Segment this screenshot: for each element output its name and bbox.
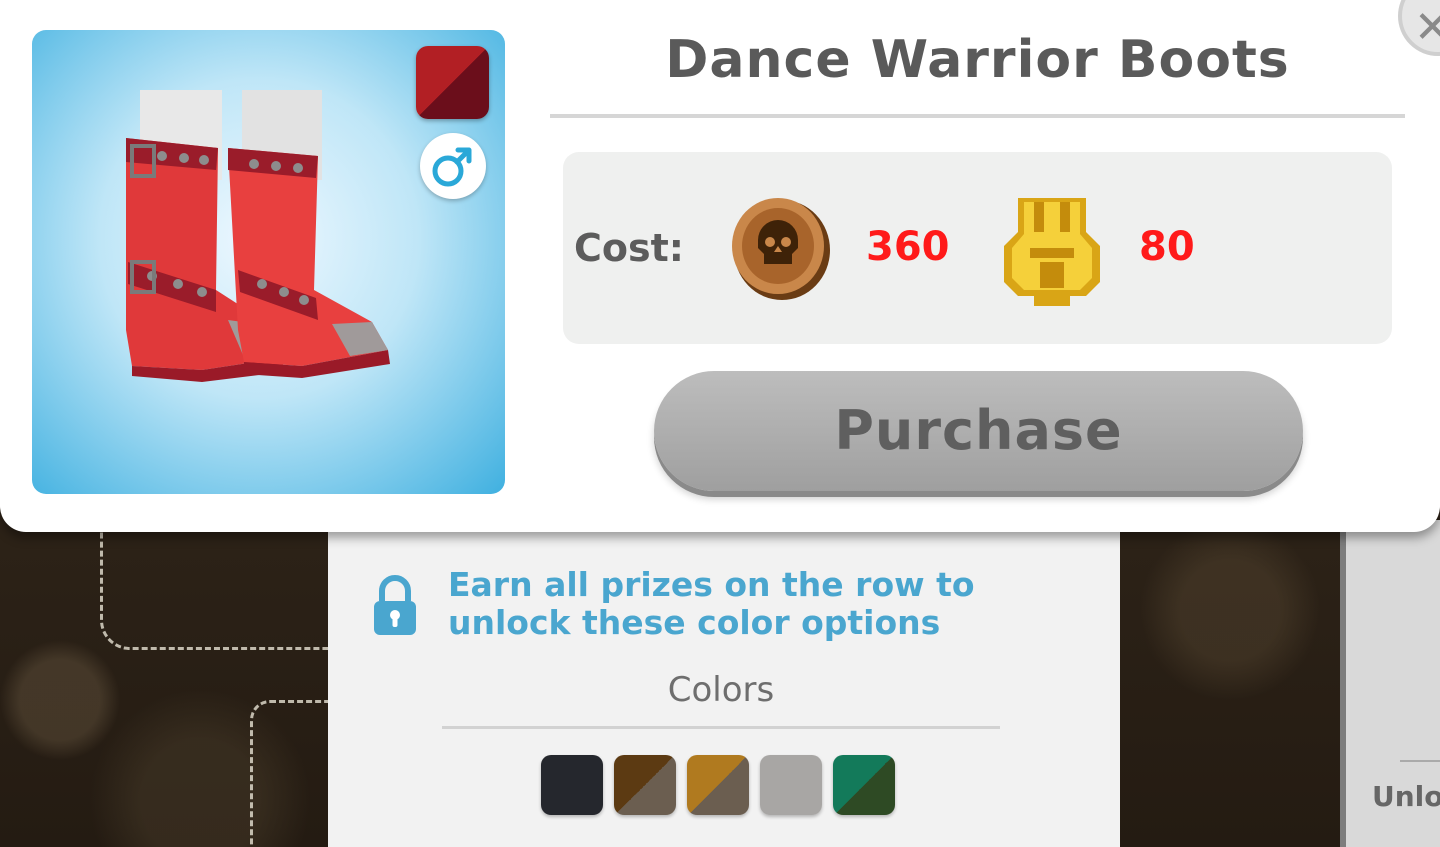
skull-coin-icon — [732, 198, 830, 300]
colors-title: Colors — [667, 670, 775, 710]
colors-divider — [442, 726, 1000, 729]
cost-label: Cost: — [574, 226, 684, 270]
color-swatch-brown[interactable] — [614, 755, 676, 815]
item-title: Dance Warrior Boots — [665, 30, 1290, 90]
purchase-button[interactable]: Purchase — [654, 371, 1303, 491]
color-swatch-tan[interactable] — [687, 755, 749, 815]
color-swatch-gray[interactable] — [760, 755, 822, 815]
color-swatch-green[interactable] — [833, 755, 895, 815]
selected-color-chip[interactable] — [416, 46, 489, 119]
unlock-message: Earn all prizes on the row to unlock the… — [448, 565, 975, 642]
color-swatches — [541, 755, 895, 815]
gender-badge — [420, 133, 486, 199]
background-path — [100, 520, 340, 650]
background-path — [250, 700, 340, 847]
cost-box — [563, 152, 1392, 344]
side-panel-divider — [1400, 760, 1440, 762]
side-unlock-button-label[interactable]: Unlo — [1372, 780, 1440, 813]
close-icon: ✕ — [1414, 2, 1440, 53]
gold-token-icon — [1004, 198, 1100, 306]
coin-cost-amount: 360 — [866, 224, 950, 270]
title-divider — [550, 114, 1405, 118]
token-cost-amount: 80 — [1139, 224, 1195, 270]
male-symbol-icon — [432, 147, 472, 187]
lock-icon — [374, 575, 416, 635]
color-swatch-black[interactable] — [541, 755, 603, 815]
